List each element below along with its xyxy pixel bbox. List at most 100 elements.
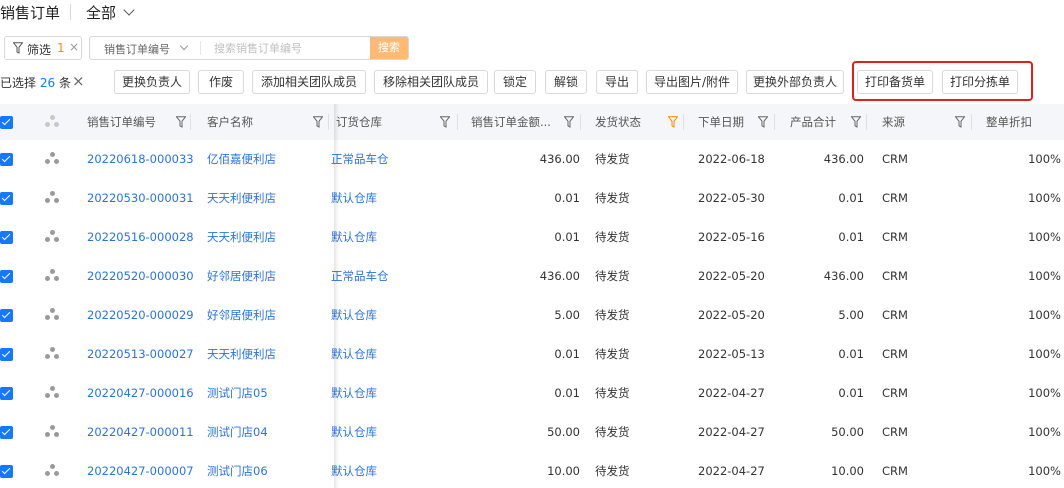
row-checkbox[interactable]: [0, 153, 13, 166]
order-date-cell: 2022-05-20: [698, 308, 765, 322]
filter-button[interactable]: 筛选 1 ×: [4, 36, 82, 60]
order-date-cell: 2022-06-18: [698, 152, 765, 166]
column-header[interactable]: 发货状态: [595, 104, 641, 140]
hierarchy-icon: [44, 230, 60, 244]
order-number-link[interactable]: 20220520-000029: [87, 296, 194, 335]
view-selector[interactable]: 全部: [86, 2, 135, 23]
remove-team-member-button[interactable]: 移除相关团队成员: [374, 70, 488, 94]
customer-link[interactable]: 测试门店04: [207, 413, 268, 452]
amount-cell: 0.01: [554, 191, 580, 205]
row-checkbox[interactable]: [0, 465, 13, 478]
customer-link[interactable]: 天天利便利店: [207, 218, 276, 257]
row-checkbox[interactable]: [0, 192, 13, 205]
table-row[interactable]: 20220427-000016 测试门店05 默认仓库 0.01 待发货 2022-04-…: [0, 374, 1064, 414]
search-field-label: 销售订单编号: [104, 43, 170, 56]
add-team-member-button[interactable]: 添加相关团队成员: [252, 70, 366, 94]
table-row[interactable]: 20220516-000028 天天利便利店 默认仓库 0.01 待发货 2022-05-…: [0, 218, 1064, 258]
order-date-cell: 2022-05-16: [698, 230, 765, 244]
column-filter-icon[interactable]: [176, 116, 186, 128]
print-picking-list-button[interactable]: 打印分拣单: [942, 70, 1018, 94]
amount-cell: 0.01: [554, 347, 580, 361]
print-stock-list-button[interactable]: 打印备货单: [857, 70, 933, 94]
export-button[interactable]: 导出: [596, 70, 638, 94]
product-total-cell: 0.01: [838, 347, 864, 361]
lock-button[interactable]: 锁定: [494, 70, 536, 94]
export-images-button[interactable]: 导出图片/附件: [646, 70, 738, 94]
column-filter-icon[interactable]: [564, 116, 574, 128]
column-filter-icon[interactable]: [758, 116, 768, 128]
customer-link[interactable]: 好邻居便利店: [207, 296, 276, 335]
customer-link[interactable]: 天天利便利店: [207, 179, 276, 218]
change-external-owner-button[interactable]: 更换外部负责人: [746, 70, 844, 94]
table-row[interactable]: 20220513-000027 天天利便利店 默认仓库 0.01 待发货 2022-05-…: [0, 335, 1064, 375]
table-row[interactable]: 20220427-000011 测试门店04 默认仓库 50.00 待发货 2022-04…: [0, 413, 1064, 453]
row-checkbox[interactable]: [0, 231, 13, 244]
status-cell: 待发货: [595, 191, 630, 205]
table-row[interactable]: 20220427-000007 测试门店06 默认仓库 10.00 待发货 2022-04…: [0, 452, 1064, 488]
column-divider: [971, 114, 972, 130]
product-total-cell: 436.00: [823, 152, 864, 166]
change-owner-button[interactable]: 更换负责人: [114, 70, 190, 94]
order-number-link[interactable]: 20220427-000007: [87, 452, 194, 488]
customer-link[interactable]: 亿佰嘉便利店: [207, 140, 276, 179]
row-checkbox[interactable]: [0, 348, 13, 361]
search-field-select[interactable]: 销售订单编号: [90, 37, 200, 59]
status-cell: 待发货: [595, 464, 630, 478]
order-number-link[interactable]: 20220427-000011: [87, 413, 194, 452]
column-header[interactable]: 产品合计: [790, 104, 836, 140]
warehouse-link[interactable]: 正常品车仓: [331, 257, 389, 296]
hierarchy-icon: [44, 347, 60, 361]
table-row[interactable]: 20220520-000029 好邻居便利店 默认仓库 5.00 待发货 2022-05-…: [0, 296, 1064, 336]
select-all-checkbox[interactable]: [0, 116, 13, 129]
customer-link[interactable]: 好邻居便利店: [207, 257, 276, 296]
column-header[interactable]: 整单折扣: [986, 104, 1032, 140]
search-button[interactable]: 搜索: [370, 37, 408, 59]
customer-link[interactable]: 测试门店06: [207, 452, 268, 488]
column-filter-icon[interactable]: [313, 116, 323, 128]
order-number-link[interactable]: 20220530-000031: [87, 179, 194, 218]
column-filter-icon[interactable]: [851, 116, 861, 128]
clear-selection-icon[interactable]: ×: [72, 72, 85, 90]
status-cell: 待发货: [595, 425, 630, 439]
order-number-link[interactable]: 20220520-000030: [87, 257, 194, 296]
column-header[interactable]: 来源: [882, 104, 905, 140]
customer-link[interactable]: 天天利便利店: [207, 335, 276, 374]
hierarchy-icon: [44, 191, 60, 205]
column-header[interactable]: 订货仓库: [336, 104, 382, 140]
unlock-button[interactable]: 解锁: [545, 70, 587, 94]
order-number-link[interactable]: 20220427-000016: [87, 374, 194, 413]
column-header[interactable]: 客户名称: [207, 104, 253, 140]
column-header[interactable]: 销售订单编号: [87, 104, 156, 140]
order-number-link[interactable]: 20220618-000033: [87, 140, 194, 179]
view-selector-label: 全部: [86, 4, 117, 22]
frozen-column-shadow: [334, 104, 339, 488]
column-filter-icon[interactable]: [955, 116, 965, 128]
column-header[interactable]: 下单日期: [698, 104, 744, 140]
clear-filter-icon[interactable]: ×: [69, 40, 79, 54]
column-header[interactable]: 销售订单金额...: [471, 104, 551, 140]
customer-link[interactable]: 测试门店05: [207, 374, 268, 413]
row-checkbox[interactable]: [0, 387, 13, 400]
hierarchy-icon: [44, 115, 60, 129]
search-input[interactable]: [206, 38, 382, 58]
column-filter-icon[interactable]: [440, 116, 450, 128]
void-button[interactable]: 作废: [198, 70, 244, 94]
table-row[interactable]: 20220530-000031 天天利便利店 默认仓库 0.01 待发货 2022-05-…: [0, 179, 1064, 219]
product-total-cell: 50.00: [831, 425, 864, 439]
column-filter-icon[interactable]: [668, 116, 678, 128]
row-checkbox[interactable]: [0, 270, 13, 283]
discount-cell: 100%: [1028, 230, 1061, 244]
status-cell: 待发货: [595, 386, 630, 400]
row-checkbox[interactable]: [0, 309, 13, 322]
discount-cell: 100%: [1028, 269, 1061, 283]
hierarchy-icon: [44, 308, 60, 322]
table-row[interactable]: 20220520-000030 好邻居便利店 正常品车仓 436.00 待发货 2022-…: [0, 257, 1064, 297]
order-number-link[interactable]: 20220513-000027: [87, 335, 194, 374]
hierarchy-icon: [44, 425, 60, 439]
order-number-link[interactable]: 20220516-000028: [87, 218, 194, 257]
table-row[interactable]: 20220618-000033 亿佰嘉便利店 正常品车仓 436.00 待发货 2022-…: [0, 140, 1064, 180]
row-checkbox[interactable]: [0, 426, 13, 439]
warehouse-link[interactable]: 正常品车仓: [331, 140, 389, 179]
table-header: 销售订单编号 客户名称 订货仓库 销售订单金额... 发货状态 下单日期 产品合计 来源 整单折…: [0, 104, 1064, 141]
discount-cell: 100%: [1028, 386, 1061, 400]
